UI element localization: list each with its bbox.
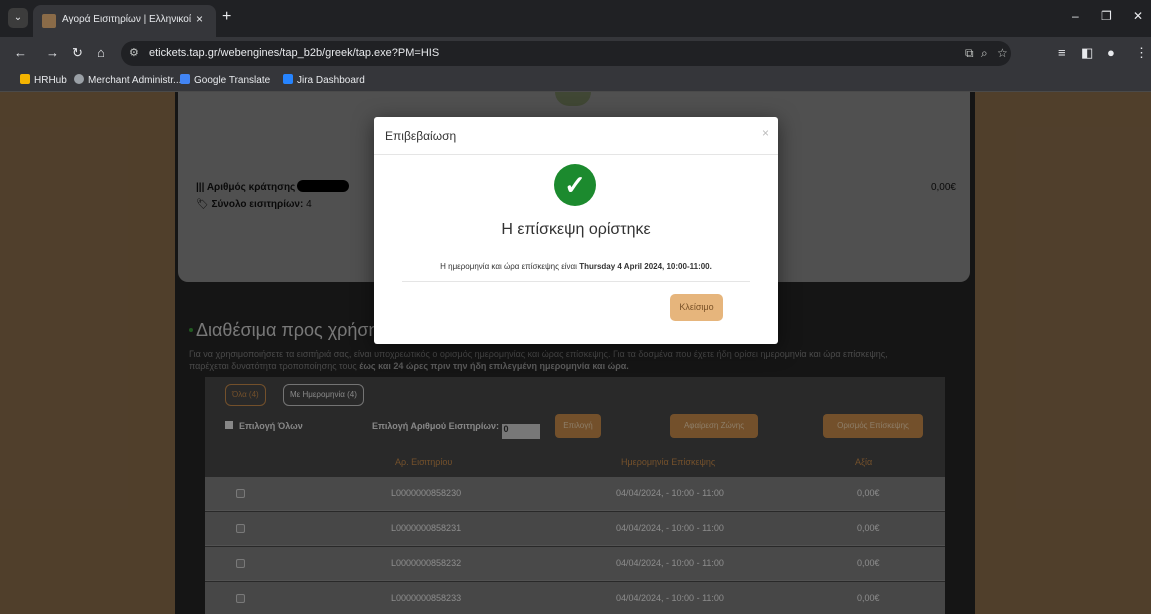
menu-kebab-icon[interactable]: ⋮: [1135, 45, 1148, 61]
new-tab-button[interactable]: +: [222, 8, 231, 26]
bookmark-google-translate[interactable]: Google Translate: [180, 74, 270, 86]
browser-tabstrip: ⌄ Αγορά Εισιτηρίων | Ελληνικοί / × + – ❐…: [0, 0, 1151, 37]
modal-close-icon[interactable]: ×: [762, 126, 769, 140]
globe-icon: [74, 74, 84, 84]
address-url: etickets.tap.gr/webengines/tap_b2b/greek…: [149, 47, 440, 59]
home-icon[interactable]: ⌂: [97, 45, 105, 60]
modal-close-button[interactable]: Κλείσιμο: [670, 294, 723, 321]
zoom-icon[interactable]: ⌕: [981, 46, 988, 61]
minimize-icon[interactable]: –: [1072, 9, 1079, 23]
jira-icon: [283, 74, 293, 84]
modal-heading: Η επίσκεψη ορίστηκε: [501, 221, 651, 238]
tab-title: Αγορά Εισιτηρίων | Ελληνικοί /: [62, 14, 192, 25]
forward-icon[interactable]: →: [46, 45, 59, 60]
browser-tab-active[interactable]: Αγορά Εισιτηρίων | Ελληνικοί / ×: [33, 5, 216, 37]
bookmark-merchant-admin[interactable]: Merchant Administr...: [74, 74, 181, 86]
restore-icon[interactable]: ❐: [1101, 9, 1112, 23]
modal-title: Επιβεβαίωση: [385, 129, 457, 143]
site-info-icon[interactable]: ⚙: [129, 46, 139, 59]
address-bar[interactable]: ⚙ etickets.tap.gr/webengines/tap_b2b/gre…: [121, 41, 1011, 66]
reload-icon[interactable]: ↻: [72, 45, 83, 61]
hrhub-icon: [20, 74, 30, 84]
confirmation-modal: Επιβεβαίωση × ✓ Η επίσκεψη ορίστηκε Η ημ…: [374, 117, 778, 344]
reading-list-icon[interactable]: ≡: [1058, 45, 1066, 60]
success-check-icon: ✓: [554, 164, 596, 206]
google-translate-icon: [180, 74, 190, 84]
bookmark-jira-dashboard[interactable]: Jira Dashboard: [283, 74, 365, 86]
bookmark-hrhub[interactable]: HRHub: [20, 74, 67, 86]
tab-search-button[interactable]: ⌄: [8, 8, 28, 28]
back-icon[interactable]: ←: [14, 45, 27, 60]
tab-favicon-icon: [42, 14, 56, 28]
modal-divider: [402, 281, 750, 282]
side-panel-icon[interactable]: ◧: [1081, 45, 1093, 61]
browser-toolbar: ← → ↻ ⌂ ⚙ etickets.tap.gr/webengines/tap…: [0, 37, 1151, 70]
tab-close-icon[interactable]: ×: [196, 12, 203, 26]
bookmark-star-icon[interactable]: ☆: [997, 46, 1008, 60]
modal-description: Η ημερομηνία και ώρα επίσκεψης είναι Thu…: [440, 262, 712, 271]
translate-icon[interactable]: ⧉: [965, 46, 974, 61]
bookmarks-bar: HRHub Merchant Administr... Google Trans…: [0, 70, 1151, 92]
window-close-icon[interactable]: ✕: [1133, 9, 1143, 23]
modal-header: Επιβεβαίωση ×: [374, 117, 778, 155]
profile-icon[interactable]: ●: [1107, 45, 1115, 60]
